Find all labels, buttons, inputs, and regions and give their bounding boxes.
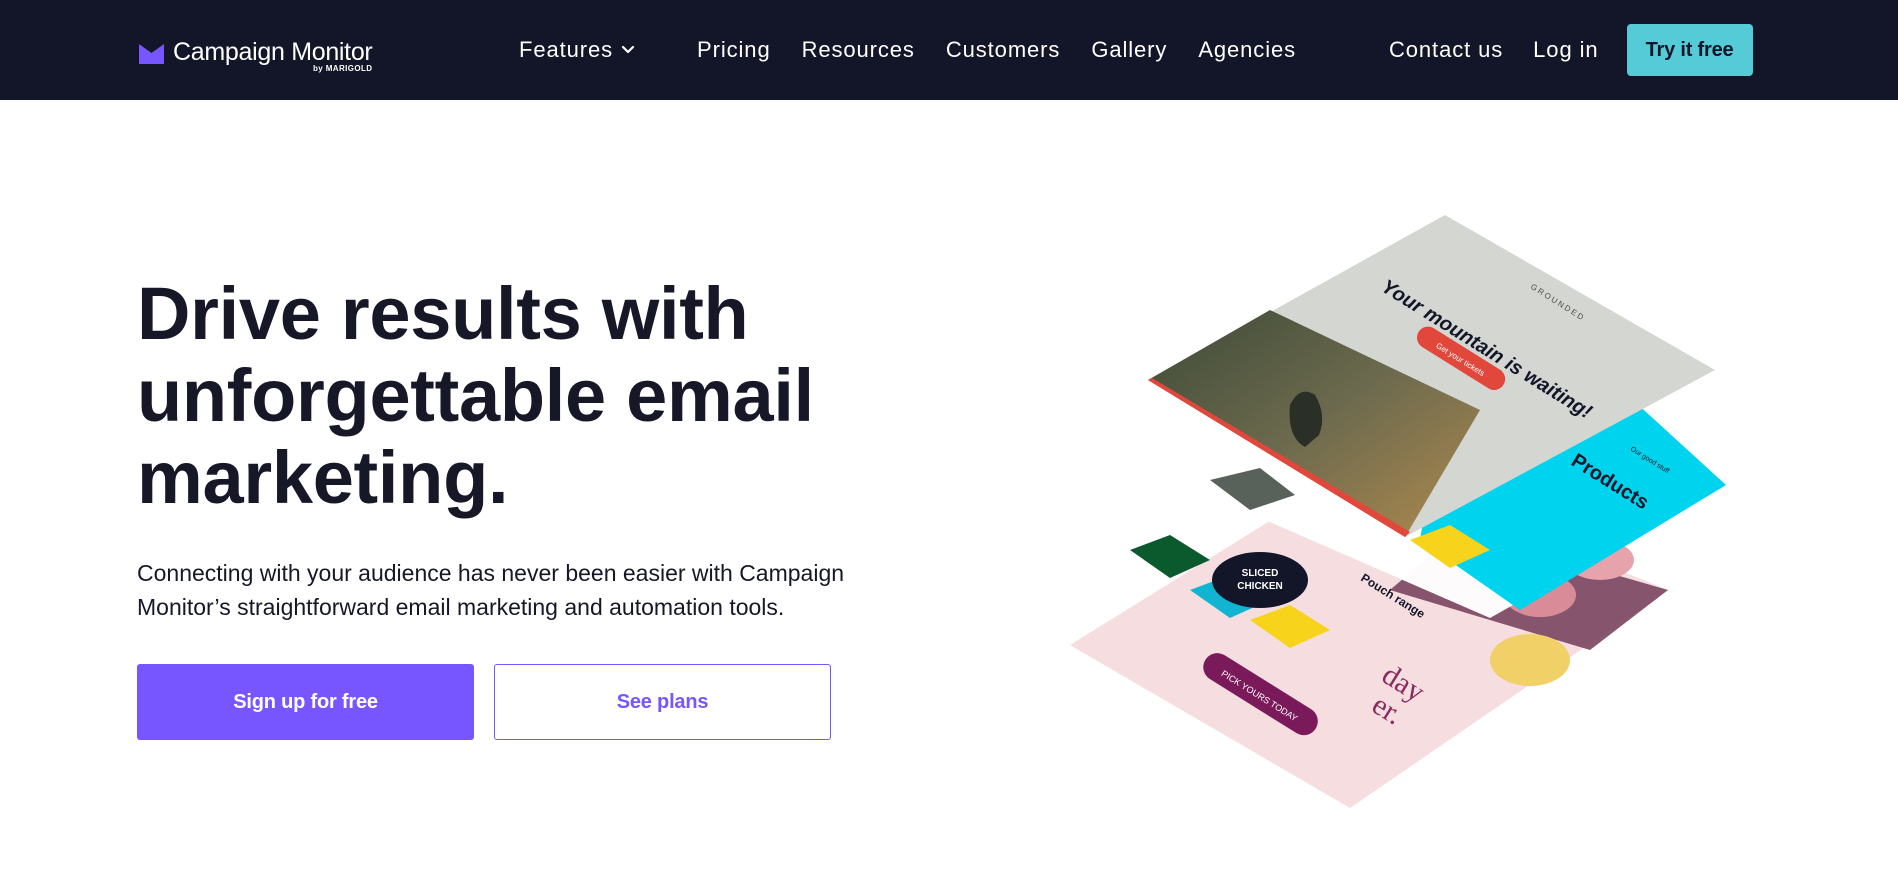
contact-us-link[interactable]: Contact us [1389, 37, 1503, 63]
hero-title: Drive results with unforgettable email m… [137, 272, 814, 519]
email-templates-illustration: day er. PICK YOURS TODAY Products Our go… [1070, 215, 1726, 808]
sliced-chicken-badge [1212, 552, 1308, 608]
nav-resources[interactable]: Resources [802, 37, 915, 63]
nav-customers[interactable]: Customers [946, 37, 1060, 63]
main-nav: Features Pricing Resources Customers Gal… [519, 0, 1296, 100]
try-it-free-button[interactable]: Try it free [1626, 24, 1753, 76]
nav-features-label: Features [519, 37, 614, 62]
envelope-logo-icon [139, 44, 164, 64]
nav-features[interactable]: Features [519, 37, 635, 63]
sign-up-button[interactable]: Sign up for free [137, 664, 474, 740]
top-navbar: Campaign Monitor by MARIGOLD Features Pr… [0, 0, 1898, 100]
badge-line-1: SLICED [1242, 568, 1279, 579]
nav-gallery[interactable]: Gallery [1091, 37, 1167, 63]
macaron-yellow [1490, 634, 1570, 686]
brand-name: Campaign Monitor [173, 38, 373, 66]
nav-right: Contact us Log in Try it free [1389, 0, 1753, 100]
nav-pricing[interactable]: Pricing [697, 37, 771, 63]
hero-subtitle: Connecting with your audience has never … [137, 560, 845, 620]
chevron-down-icon [621, 45, 635, 54]
log-in-link[interactable]: Log in [1533, 37, 1598, 63]
badge-line-2: CHICKEN [1237, 581, 1283, 592]
brand-byline: by MARIGOLD [312, 64, 373, 73]
nav-agencies[interactable]: Agencies [1198, 37, 1296, 63]
see-plans-button[interactable]: See plans [494, 664, 831, 740]
campaign-monitor-logo[interactable]: Campaign Monitor by MARIGOLD [139, 38, 373, 73]
